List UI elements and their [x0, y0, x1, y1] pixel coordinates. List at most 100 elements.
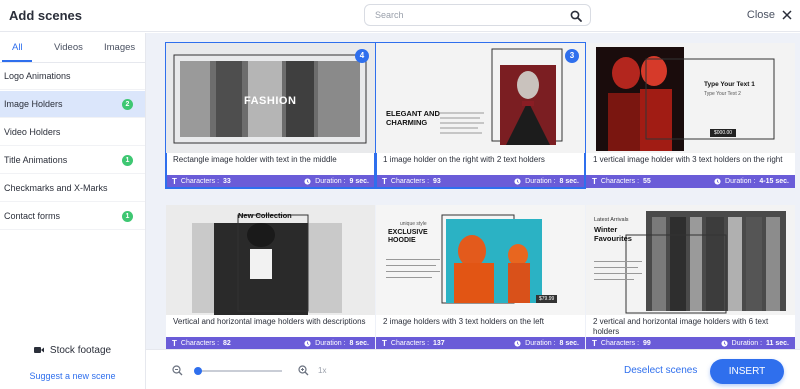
duration-label: Duration : [725, 178, 756, 185]
scene-thumbnail: ELEGANT AND CHARMING 3 [376, 43, 585, 153]
thumbnail-title: New Collection [238, 211, 292, 220]
search-icon[interactable] [570, 10, 582, 22]
selection-order-badge: 4 [355, 49, 369, 63]
clock-icon [514, 340, 521, 347]
scene-card[interactable]: New Collection Vertical and horizontal i… [166, 205, 375, 349]
stock-footage-label: Stock footage [49, 344, 112, 356]
category-label: Video Holders [4, 127, 61, 137]
characters-label: Characters : [180, 340, 220, 347]
new-collection-image [192, 214, 342, 315]
scene-card[interactable]: ELEGANT AND CHARMING 3 1 image holder on… [375, 42, 586, 189]
tab-bar: All Videos Images [0, 33, 146, 63]
scene-card[interactable]: Latest Arrivals Winter Favourites 2 vert… [586, 205, 795, 349]
duration-label: Duration : [731, 340, 763, 347]
category-label: Logo Animations [4, 71, 71, 81]
stock-footage-button[interactable]: Stock footage [0, 338, 145, 362]
text-icon: T [172, 339, 177, 348]
text-icon: T [382, 177, 387, 186]
thumbnail-price: $000.00 [710, 129, 737, 137]
scene-meta-bar: T Characters : 33 Duration : 9 sec. [166, 175, 375, 188]
scene-thumbnail: FASHION 4 [166, 43, 375, 153]
deselect-scenes-button[interactable]: Deselect scenes [624, 365, 697, 376]
duration-value: 11 sec. [766, 340, 789, 347]
text-icon: T [592, 339, 597, 348]
category-contact-forms[interactable]: Contact forms 1 [0, 203, 145, 230]
scene-meta-bar: T Characters : 93 Duration : 8 sec. [376, 175, 585, 188]
thumbnail-title: FASHION [244, 95, 297, 107]
zoom-slider[interactable] [194, 367, 282, 375]
scene-card[interactable]: Type Your Text 1 Type Your Text 2 $000.0… [586, 43, 795, 188]
insert-button[interactable]: INSERT [710, 359, 784, 384]
text-icon: T [172, 177, 177, 186]
scene-thumbnail: New Collection [166, 205, 375, 315]
characters-value: 137 [433, 340, 445, 347]
category-title-animations[interactable]: Title Animations 1 [0, 147, 145, 174]
sidebar: All Videos Images Logo Animations Image … [0, 33, 146, 389]
category-label: Checkmarks and X-Marks [4, 183, 108, 193]
text-icon: T [592, 177, 597, 186]
scene-caption: 2 vertical and horizontal image holders … [586, 315, 795, 337]
scene-thumbnail: unique style EXCLUSIVE HOODIE $79.99 [376, 205, 585, 315]
category-image-holders[interactable]: Image Holders 2 [0, 91, 145, 118]
characters-value: 33 [223, 178, 231, 185]
tab-videos[interactable]: Videos [54, 42, 83, 53]
characters-value: 99 [643, 340, 651, 347]
scene-card[interactable]: unique style EXCLUSIVE HOODIE $79.99 2 i… [376, 205, 585, 349]
close-button[interactable]: Close [747, 6, 792, 24]
scene-caption: 2 image holders with 3 text holders on t… [376, 315, 585, 337]
scene-thumbnail: Latest Arrivals Winter Favourites [586, 205, 795, 315]
scene-card[interactable]: FASHION 4 Rectangle image holder with te… [165, 42, 376, 189]
thumbnail-title: Type Your Text 1 [704, 81, 755, 88]
characters-value: 93 [433, 178, 441, 185]
category-logo-animations[interactable]: Logo Animations [0, 63, 145, 90]
clock-icon [304, 340, 311, 347]
selection-order-badge: 3 [565, 49, 579, 63]
category-video-holders[interactable]: Video Holders [0, 119, 145, 146]
dialog-title: Add scenes [9, 8, 82, 23]
clock-icon [514, 178, 521, 185]
thumbnail-title: Winter Favourites [594, 225, 632, 243]
clock-icon [714, 178, 721, 185]
characters-label: Characters : [390, 340, 430, 347]
characters-label: Characters : [390, 178, 430, 185]
dialog-header: Add scenes Search Close [0, 0, 800, 32]
duration-value: 9 sec. [349, 178, 369, 185]
category-label: Contact forms [4, 211, 61, 221]
text-icon: T [382, 339, 387, 348]
category-count-badge: 1 [122, 210, 133, 222]
scene-caption: Vertical and horizontal image holders wi… [166, 315, 375, 337]
active-tab-indicator [2, 60, 32, 62]
scene-caption: 1 vertical image holder with 3 text hold… [586, 153, 795, 175]
close-label: Close [746, 9, 775, 21]
thumbnail-subtitle: Latest Arrivals [594, 217, 629, 223]
scene-meta-bar: T Characters : 82 Duration : 8 sec. [166, 337, 375, 349]
category-label: Title Animations [4, 155, 68, 165]
scene-caption: 1 image holder on the right with 2 text … [376, 153, 585, 175]
zoom-out-icon[interactable] [172, 365, 183, 376]
characters-label: Characters : [600, 340, 640, 347]
zoom-slider-thumb[interactable] [194, 367, 202, 375]
thumbnail-title: EXCLUSIVE HOODIE [388, 229, 428, 244]
scene-grid: FASHION 4 Rectangle image holder with te… [146, 33, 800, 349]
scene-meta-bar: T Characters : 99 Duration : 11 sec. [586, 337, 795, 349]
video-camera-icon [33, 347, 44, 353]
scene-meta-bar: T Characters : 55 Duration : 4-15 sec. [586, 175, 795, 188]
duration-label: Duration : [315, 340, 346, 347]
duration-label: Duration : [525, 340, 556, 347]
scene-meta-bar: T Characters : 137 Duration : 8 sec. [376, 337, 585, 349]
suggest-scene-link[interactable]: Suggest a new scene [0, 371, 145, 381]
clock-icon [721, 340, 728, 347]
couple-image [596, 47, 775, 151]
duration-value: 8 sec. [559, 178, 579, 185]
search-input[interactable]: Search [364, 4, 591, 26]
category-checkmarks[interactable]: Checkmarks and X-Marks [0, 175, 145, 202]
tab-images[interactable]: Images [104, 42, 135, 53]
duration-label: Duration : [525, 178, 556, 185]
characters-label: Characters : [180, 178, 220, 185]
zoom-level: 1x [318, 366, 327, 375]
category-count-badge: 2 [122, 98, 133, 110]
characters-value: 55 [643, 178, 651, 185]
zoom-in-icon[interactable] [298, 365, 309, 376]
tab-all[interactable]: All [12, 42, 23, 53]
close-icon [782, 10, 792, 20]
